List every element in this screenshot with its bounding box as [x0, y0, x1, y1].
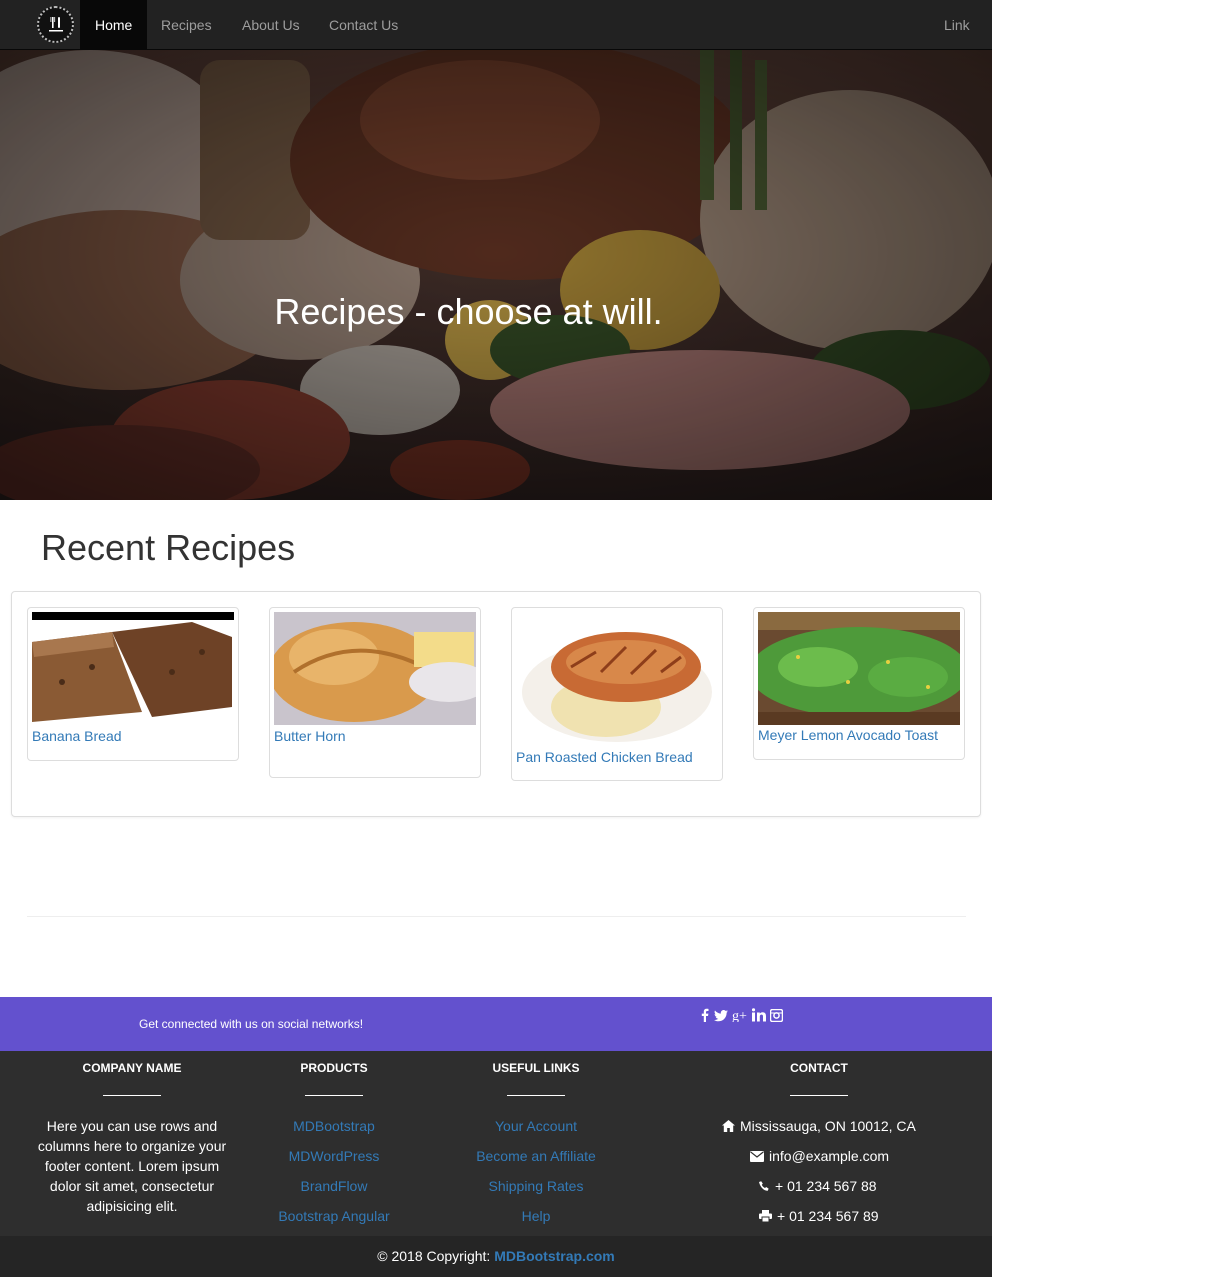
- recipe-card-title[interactable]: Meyer Lemon Avocado Toast: [758, 727, 938, 743]
- footer-address: Mississauga, ON 10012, CA: [722, 1118, 916, 1134]
- footer-company-heading: COMPANY NAME: [82, 1061, 182, 1075]
- footer-email: info@example.com: [750, 1148, 889, 1164]
- footer-link-help[interactable]: Help: [436, 1208, 636, 1224]
- recipes-panel: Banana Bread Butter Horn Pan Roasted Chi…: [11, 591, 981, 817]
- footer-email-text[interactable]: info@example.com: [769, 1148, 889, 1164]
- print-icon: [759, 1210, 772, 1222]
- footer-link-shipping-rates[interactable]: Shipping Rates: [436, 1178, 636, 1194]
- footer-fax-text: + 01 234 567 89: [777, 1208, 879, 1224]
- butter-horn-image: [274, 612, 476, 725]
- hero-title: Recipes - choose at will.: [274, 291, 663, 332]
- nav-recipes[interactable]: Recipes: [146, 0, 227, 50]
- roasted-chicken-image: [516, 612, 718, 747]
- footer: COMPANY NAME Here you can use rows and c…: [0, 1051, 992, 1236]
- google-plus-icon[interactable]: g+: [732, 1008, 748, 1027]
- fork-knife-logo-icon: [48, 16, 63, 31]
- footer-products-heading: PRODUCTS: [300, 1061, 368, 1075]
- envelope-icon: [750, 1150, 764, 1162]
- footer-divider: [507, 1095, 565, 1096]
- divider: [27, 916, 966, 917]
- footer-divider: [305, 1095, 363, 1096]
- nav-link[interactable]: Link: [929, 0, 985, 50]
- hero-banner: Recipes - choose at will.: [0, 50, 992, 500]
- footer-link-mdwordpress[interactable]: MDWordPress: [234, 1148, 434, 1164]
- social-text: Get connected with us on social networks…: [139, 1017, 364, 1031]
- recipe-card-avocado-toast[interactable]: Meyer Lemon Avocado Toast: [753, 607, 965, 760]
- footer-phone-text: + 01 234 567 88: [775, 1178, 877, 1194]
- copyright-link[interactable]: MDBootstrap.com: [494, 1248, 615, 1264]
- twitter-icon[interactable]: [714, 1009, 728, 1027]
- linkedin-icon[interactable]: [751, 1008, 766, 1027]
- social-bar: Get connected with us on social networks…: [0, 997, 992, 1051]
- svg-text:g+: g+: [732, 1009, 747, 1022]
- copyright-text: © 2018 Copyright:: [377, 1248, 491, 1264]
- footer-contact-heading: CONTACT: [790, 1061, 848, 1075]
- phone-icon: [759, 1180, 769, 1191]
- nav-about-us[interactable]: About Us: [227, 0, 315, 50]
- footer-company-text: Here you can use rows and columns here t…: [37, 1118, 227, 1214]
- footer-divider: [790, 1095, 848, 1096]
- footer-link-brandflow[interactable]: BrandFlow: [234, 1178, 434, 1194]
- hero-food-image: [0, 50, 992, 500]
- footer-fax: + 01 234 567 89: [759, 1208, 879, 1224]
- footer-divider: [103, 1095, 161, 1096]
- copyright-bar: © 2018 Copyright: MDBootstrap.com: [0, 1236, 992, 1277]
- footer-phone: + 01 234 567 88: [759, 1178, 877, 1194]
- navbar: Home Recipes About Us Contact Us Link: [0, 0, 992, 50]
- recent-recipes-heading: Recent Recipes: [41, 527, 296, 568]
- home-icon: [722, 1120, 735, 1132]
- instagram-icon[interactable]: [769, 1008, 784, 1027]
- facebook-icon[interactable]: [700, 1008, 710, 1027]
- page: Home Recipes About Us Contact Us Link Re…: [0, 0, 992, 1277]
- avocado-toast-image: [758, 612, 960, 725]
- recipe-card-banana-bread[interactable]: Banana Bread: [27, 607, 239, 761]
- brand-logo[interactable]: [37, 6, 74, 43]
- footer-link-bootstrap-angular[interactable]: Bootstrap Angular: [234, 1208, 434, 1224]
- recipe-card-butter-horn[interactable]: Butter Horn: [269, 607, 481, 778]
- footer-address-text: Mississauga, ON 10012, CA: [740, 1118, 916, 1134]
- nav-home[interactable]: Home: [80, 0, 148, 50]
- recipe-card-pan-roasted-chicken[interactable]: Pan Roasted Chicken Bread: [511, 607, 723, 781]
- recipe-card-title[interactable]: Butter Horn: [274, 728, 346, 744]
- recipe-card-title[interactable]: Pan Roasted Chicken Bread: [516, 749, 693, 765]
- footer-link-mdbootstrap[interactable]: MDBootstrap: [234, 1118, 434, 1134]
- footer-useful-heading: USEFUL LINKS: [492, 1061, 580, 1075]
- footer-link-become-affiliate[interactable]: Become an Affiliate: [436, 1148, 636, 1164]
- nav-contact-us[interactable]: Contact Us: [314, 0, 413, 50]
- social-icons: g+: [700, 1008, 784, 1027]
- banana-bread-image: [32, 612, 234, 725]
- recipe-card-title[interactable]: Banana Bread: [32, 728, 122, 744]
- footer-link-your-account[interactable]: Your Account: [436, 1118, 636, 1134]
